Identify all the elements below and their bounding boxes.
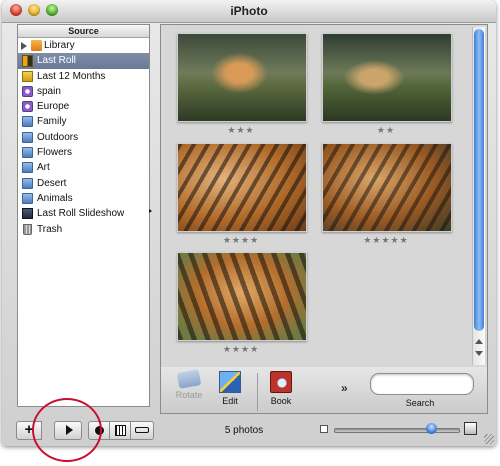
iphoto-window: iPhoto Source Library Last Roll Last 12 Mo… <box>2 0 496 446</box>
rotate-label: Rotate <box>175 390 203 400</box>
photo-thumbnail[interactable] <box>177 33 307 122</box>
source-item-label: Art <box>37 162 50 174</box>
source-item-label: Last Roll <box>37 55 76 67</box>
bottom-bar: + 5 photos <box>2 416 496 446</box>
rating-stars: ★★★★★ <box>363 235 409 245</box>
vertical-scrollbar[interactable] <box>472 27 485 365</box>
album-icon <box>22 192 33 204</box>
slider-knob[interactable] <box>425 423 437 434</box>
tools-pane: Rotate Edit Book » Search <box>160 367 488 414</box>
small-thumbnail-icon[interactable] <box>320 425 328 433</box>
album-icon <box>22 177 33 189</box>
search-label: Search <box>405 398 435 408</box>
toolbar-divider <box>257 373 258 411</box>
info-button[interactable] <box>88 421 110 440</box>
photo-viewer: ★★★ ★★ ★★★★ ★★★★★ ★★★★ <box>160 24 488 368</box>
album-icon <box>22 116 33 128</box>
trash-icon <box>23 223 32 235</box>
smart-album-icon <box>22 85 33 97</box>
resize-grip-icon[interactable] <box>484 434 494 444</box>
library-icon <box>31 40 42 51</box>
source-item[interactable]: Desert <box>18 176 149 191</box>
source-item-label: Trash <box>37 223 63 235</box>
album-icon <box>22 131 33 143</box>
rating-stars: ★★★★ <box>222 344 260 354</box>
album-icon <box>22 162 33 174</box>
photo-tile[interactable]: ★★ <box>322 33 452 136</box>
photo-thumbnail[interactable] <box>322 143 452 232</box>
album-icon <box>22 147 33 159</box>
source-item[interactable]: Last Roll <box>18 53 149 69</box>
book-button[interactable]: Book <box>261 371 301 406</box>
search-input[interactable] <box>370 373 474 395</box>
disclosure-triangle-icon[interactable] <box>21 42 27 50</box>
source-list: Library Last Roll Last 12 Months spain Europ… <box>18 38 149 237</box>
play-slideshow-button[interactable] <box>54 421 82 440</box>
book-icon <box>270 371 292 393</box>
source-item[interactable]: Europe <box>18 99 149 114</box>
source-item[interactable]: Flowers <box>18 145 149 160</box>
source-item[interactable]: spain <box>18 84 149 99</box>
source-item-label: Outdoors <box>37 131 79 143</box>
source-item[interactable]: Trash <box>18 222 149 237</box>
photo-tile[interactable]: ★★★★★ <box>322 143 452 246</box>
edit-button[interactable]: Edit <box>210 371 250 406</box>
source-item-label: Last Roll Slideshow <box>37 208 125 220</box>
scroll-up-arrow-icon[interactable] <box>475 339 483 344</box>
key-icon <box>135 427 149 434</box>
calendar-button[interactable] <box>109 421 131 440</box>
source-item-label: Family <box>37 116 67 128</box>
photo-tile[interactable]: ★★★★ <box>177 143 307 246</box>
window-title: iPhoto <box>230 4 268 18</box>
smart-album-icon <box>22 101 33 113</box>
photo-thumbnail[interactable] <box>177 143 307 232</box>
play-icon <box>65 425 73 436</box>
info-icon <box>94 425 104 435</box>
keywords-button[interactable] <box>130 421 154 440</box>
photo-tile[interactable]: ★★★ <box>177 33 307 136</box>
slideshow-icon <box>22 208 33 220</box>
source-item[interactable]: Library <box>18 38 149 53</box>
source-item[interactable]: Last Roll Slideshow <box>18 206 149 221</box>
edit-icon <box>219 371 241 393</box>
rating-stars: ★★ <box>376 125 396 135</box>
add-album-button[interactable]: + <box>16 421 42 440</box>
source-panel: Source Library Last Roll Last 12 Months spa… <box>17 24 150 407</box>
rating-stars: ★★★★ <box>222 235 260 245</box>
film-roll-icon <box>22 55 33 68</box>
source-item-label: Last 12 Months <box>37 70 106 82</box>
rotate-button[interactable]: Rotate <box>169 369 209 400</box>
book-label: Book <box>270 396 292 406</box>
source-item-label: Desert <box>37 177 67 189</box>
source-item[interactable]: Animals <box>18 191 149 206</box>
source-item-label: Flowers <box>37 147 73 159</box>
source-item[interactable]: Family <box>18 114 149 129</box>
large-thumbnail-icon[interactable] <box>464 422 477 435</box>
rating-stars: ★★★ <box>227 125 255 135</box>
photo-count: 5 photos <box>224 425 264 436</box>
more-tools-button[interactable]: » <box>341 381 348 395</box>
rotate-icon <box>176 369 202 389</box>
calendar-icon <box>22 70 33 82</box>
edit-label: Edit <box>222 396 238 406</box>
photo-thumbnail[interactable] <box>322 33 452 122</box>
title-bar[interactable]: iPhoto <box>2 0 496 23</box>
photo-tile[interactable]: ★★★★ <box>177 252 307 355</box>
calendar-icon <box>114 424 126 436</box>
source-item-label: Animals <box>37 192 73 204</box>
pane-splitter[interactable] <box>149 209 152 213</box>
scrollbar-thumb[interactable] <box>474 29 484 331</box>
source-header: Source <box>18 25 149 38</box>
source-item-label: Library <box>44 40 75 51</box>
source-item[interactable]: Art <box>18 160 149 175</box>
source-item-label: Europe <box>37 101 70 113</box>
source-item-label: spain <box>37 85 61 97</box>
source-item[interactable]: Last 12 Months <box>18 69 149 84</box>
source-item[interactable]: Outdoors <box>18 130 149 145</box>
scroll-down-arrow-icon[interactable] <box>475 351 483 356</box>
thumbnail-size-slider[interactable] <box>334 428 460 433</box>
photo-thumbnail[interactable] <box>177 252 307 341</box>
